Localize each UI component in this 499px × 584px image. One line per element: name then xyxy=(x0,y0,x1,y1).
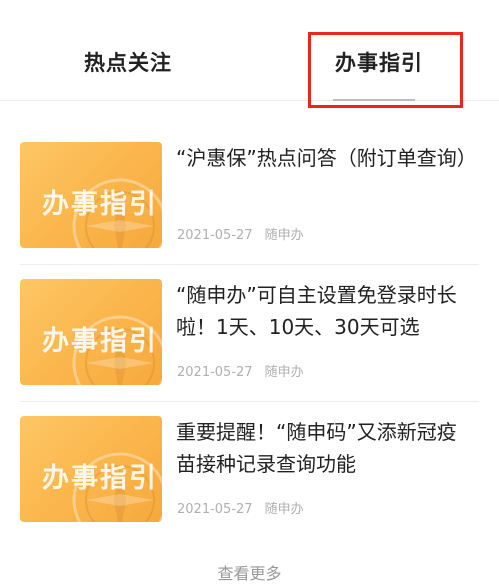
article-item[interactable]: 办事指引 “随申办”可自主设置免登录时长啦！1天、10天、30天可选 2021-… xyxy=(0,263,499,400)
article-title[interactable]: “随申办”可自主设置免登录时长啦！1天、10天、30天可选 xyxy=(176,279,476,343)
view-more-link[interactable]: 查看更多 xyxy=(0,560,499,584)
article-title[interactable]: “沪惠保”热点问答（附订单查询） xyxy=(176,142,477,174)
article-date: 2021-05-27 xyxy=(177,502,253,517)
tab-hot-topics[interactable]: 热点关注 xyxy=(84,48,172,78)
article-source: 随申办 xyxy=(264,228,304,243)
thumbnail-label: 办事指引 xyxy=(42,326,158,357)
article-source: 随申办 xyxy=(264,365,304,380)
thumbnail-label: 办事指引 xyxy=(42,189,158,220)
article-source: 随申办 xyxy=(264,502,304,517)
article-meta: 2021-05-27 随申办 xyxy=(177,361,304,380)
article-item[interactable]: 办事指引 重要提醒！“随申码”又添新冠疫苗接种记录查询功能 2021-05-27… xyxy=(0,400,499,537)
article-title[interactable]: 重要提醒！“随申码”又添新冠疫苗接种记录查询功能 xyxy=(176,416,476,480)
article-thumbnail: 办事指引 xyxy=(20,416,162,522)
article-thumbnail: 办事指引 xyxy=(20,142,162,248)
active-tab-indicator xyxy=(333,99,415,101)
tab-bar: 热点关注 办事指引 xyxy=(0,0,499,101)
thumbnail-label: 办事指引 xyxy=(42,463,158,494)
article-thumbnail: 办事指引 xyxy=(20,279,162,385)
page: 热点关注 办事指引 办事指引 “沪惠保”热点问答（附订单查询） 2021-05-… xyxy=(0,0,499,584)
article-date: 2021-05-27 xyxy=(177,365,253,380)
article-meta: 2021-05-27 随申办 xyxy=(177,498,304,517)
article-meta: 2021-05-27 随申办 xyxy=(177,224,304,243)
tab-service-guide[interactable]: 办事指引 xyxy=(335,48,423,78)
article-item[interactable]: 办事指引 “沪惠保”热点问答（附订单查询） 2021-05-27 随申办 xyxy=(0,126,499,263)
article-date: 2021-05-27 xyxy=(177,228,253,243)
